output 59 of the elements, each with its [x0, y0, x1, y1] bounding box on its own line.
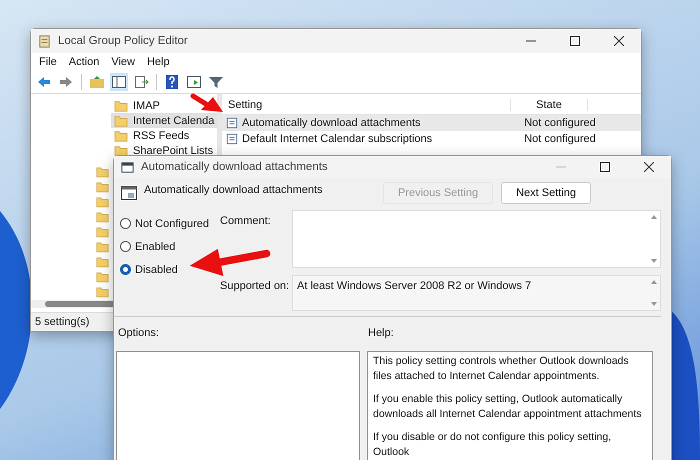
folder-icon [96, 256, 109, 268]
folder-icon [96, 286, 109, 298]
dialog-title: Automatically download attachments [141, 161, 328, 173]
maximize-icon [600, 162, 610, 172]
folder-icon [96, 211, 109, 223]
folder-icon [96, 166, 109, 178]
radio-label[interactable]: Enabled [135, 240, 176, 252]
menu-item[interactable]: View [107, 56, 139, 68]
supported-on-text: At least Windows Server 2008 R2 or Windows 7 [296, 279, 532, 294]
window-title: Local Group Policy Editor [58, 35, 188, 47]
radio-option[interactable]: Disabled [120, 262, 178, 277]
close-icon [614, 36, 624, 46]
policy-icon [120, 160, 135, 174]
menu-item[interactable]: File [35, 56, 61, 68]
comment-field[interactable] [292, 210, 661, 268]
folder-icon [96, 181, 109, 193]
policy-icon [226, 133, 238, 145]
folder-up-icon[interactable] [88, 73, 106, 91]
scroll-up-icon[interactable] [651, 280, 657, 284]
properties-pane-icon[interactable] [185, 73, 203, 91]
export-list-icon[interactable] [132, 73, 150, 91]
help-icon[interactable] [163, 73, 181, 91]
menu-item[interactable]: Action [64, 56, 104, 68]
close-icon [644, 162, 654, 172]
tree-pane-icon[interactable] [110, 73, 128, 91]
policy-setting-icon [120, 184, 138, 202]
supported-on-label: Supported on: [220, 279, 290, 294]
radio-label[interactable]: Disabled [135, 264, 178, 276]
scroll-icon [37, 34, 52, 48]
radio-button[interactable] [120, 241, 131, 252]
setting-heading: Automatically download attachments [144, 184, 323, 196]
folder-icon [96, 196, 109, 208]
help-paragraph: If you disable or do not configure this policy setting, Outlook [373, 430, 612, 460]
help-paragraph: If you enable this policy setting, Outlook automatically downloads all Internet Calendar appointment attachments [373, 392, 642, 422]
help-paragraph: This policy setting controls whether Outlook downloads files attached to Internet Calendar appointments. [373, 354, 630, 384]
maximize-icon [570, 36, 580, 46]
radio-button[interactable] [120, 218, 131, 229]
setting-row[interactable]: Default Internet Calendar subscriptions Not configured [222, 131, 641, 147]
policy-icon [226, 117, 238, 129]
radio-option[interactable]: Not Configured [120, 216, 209, 231]
folder-icon [96, 241, 109, 253]
scroll-up-icon[interactable] [651, 215, 657, 219]
next-setting-button[interactable]: Next Setting [501, 182, 591, 204]
tree-item[interactable]: IMAP [111, 98, 163, 113]
radio-label[interactable]: Not Configured [135, 218, 209, 230]
radio-option[interactable]: Enabled [120, 239, 176, 254]
comment-label: Comment: [220, 214, 272, 229]
tree-item[interactable]: Internet Calenda [111, 113, 217, 128]
menu-item[interactable]: Help [142, 56, 174, 68]
scroll-down-icon[interactable] [651, 302, 657, 306]
column-header[interactable]: State [511, 99, 588, 111]
folder-icon [96, 226, 109, 238]
tree-item[interactable]: RSS Feeds [111, 128, 192, 143]
folder-icon [96, 271, 109, 283]
scroll-down-icon[interactable] [651, 259, 657, 263]
folder-icon [114, 114, 128, 126]
radio-button[interactable] [120, 264, 131, 275]
annotation-arrow [190, 93, 224, 113]
setting-row[interactable]: Automatically download attachments Not configured [222, 115, 641, 131]
